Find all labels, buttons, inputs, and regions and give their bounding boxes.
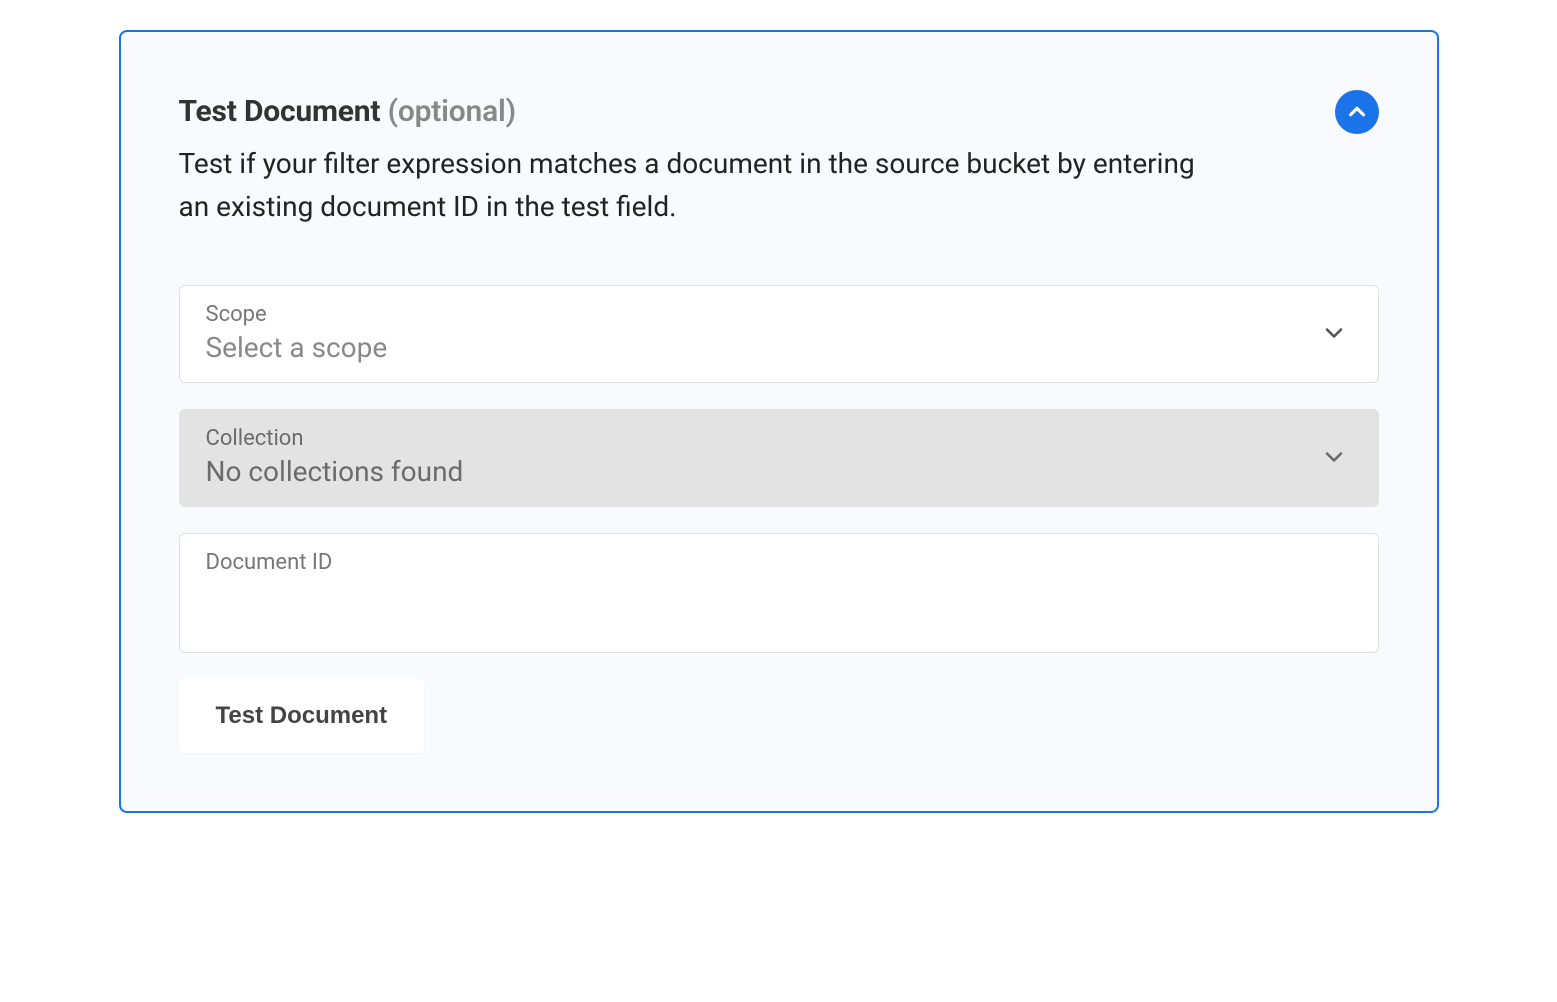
collection-content: Collection No collections found bbox=[206, 426, 1320, 488]
collapse-button[interactable] bbox=[1335, 90, 1379, 134]
panel-header: Test Document (optional) bbox=[179, 92, 1379, 134]
chevron-up-icon bbox=[1346, 101, 1368, 123]
test-document-button[interactable]: Test Document bbox=[179, 679, 425, 753]
panel-title-line: Test Document (optional) bbox=[179, 92, 516, 131]
document-id-label: Document ID bbox=[206, 550, 1352, 575]
collection-label: Collection bbox=[206, 426, 1320, 451]
document-id-field[interactable]: Document ID bbox=[179, 533, 1379, 653]
scope-value: Select a scope bbox=[206, 331, 1320, 364]
test-document-panel: Test Document (optional) Test if your fi… bbox=[119, 30, 1439, 813]
panel-description: Test if your filter expression matches a… bbox=[179, 142, 1199, 229]
collection-select: Collection No collections found bbox=[179, 409, 1379, 507]
document-id-input[interactable] bbox=[206, 579, 1352, 610]
panel-optional-tag: (optional) bbox=[388, 94, 516, 129]
scope-select[interactable]: Scope Select a scope bbox=[179, 285, 1379, 383]
panel-title: Test Document bbox=[179, 94, 381, 129]
collection-value: No collections found bbox=[206, 455, 1320, 488]
scope-label: Scope bbox=[206, 302, 1320, 327]
chevron-down-icon bbox=[1320, 443, 1348, 471]
scope-content: Scope Select a scope bbox=[206, 302, 1320, 364]
chevron-down-icon bbox=[1320, 319, 1348, 347]
